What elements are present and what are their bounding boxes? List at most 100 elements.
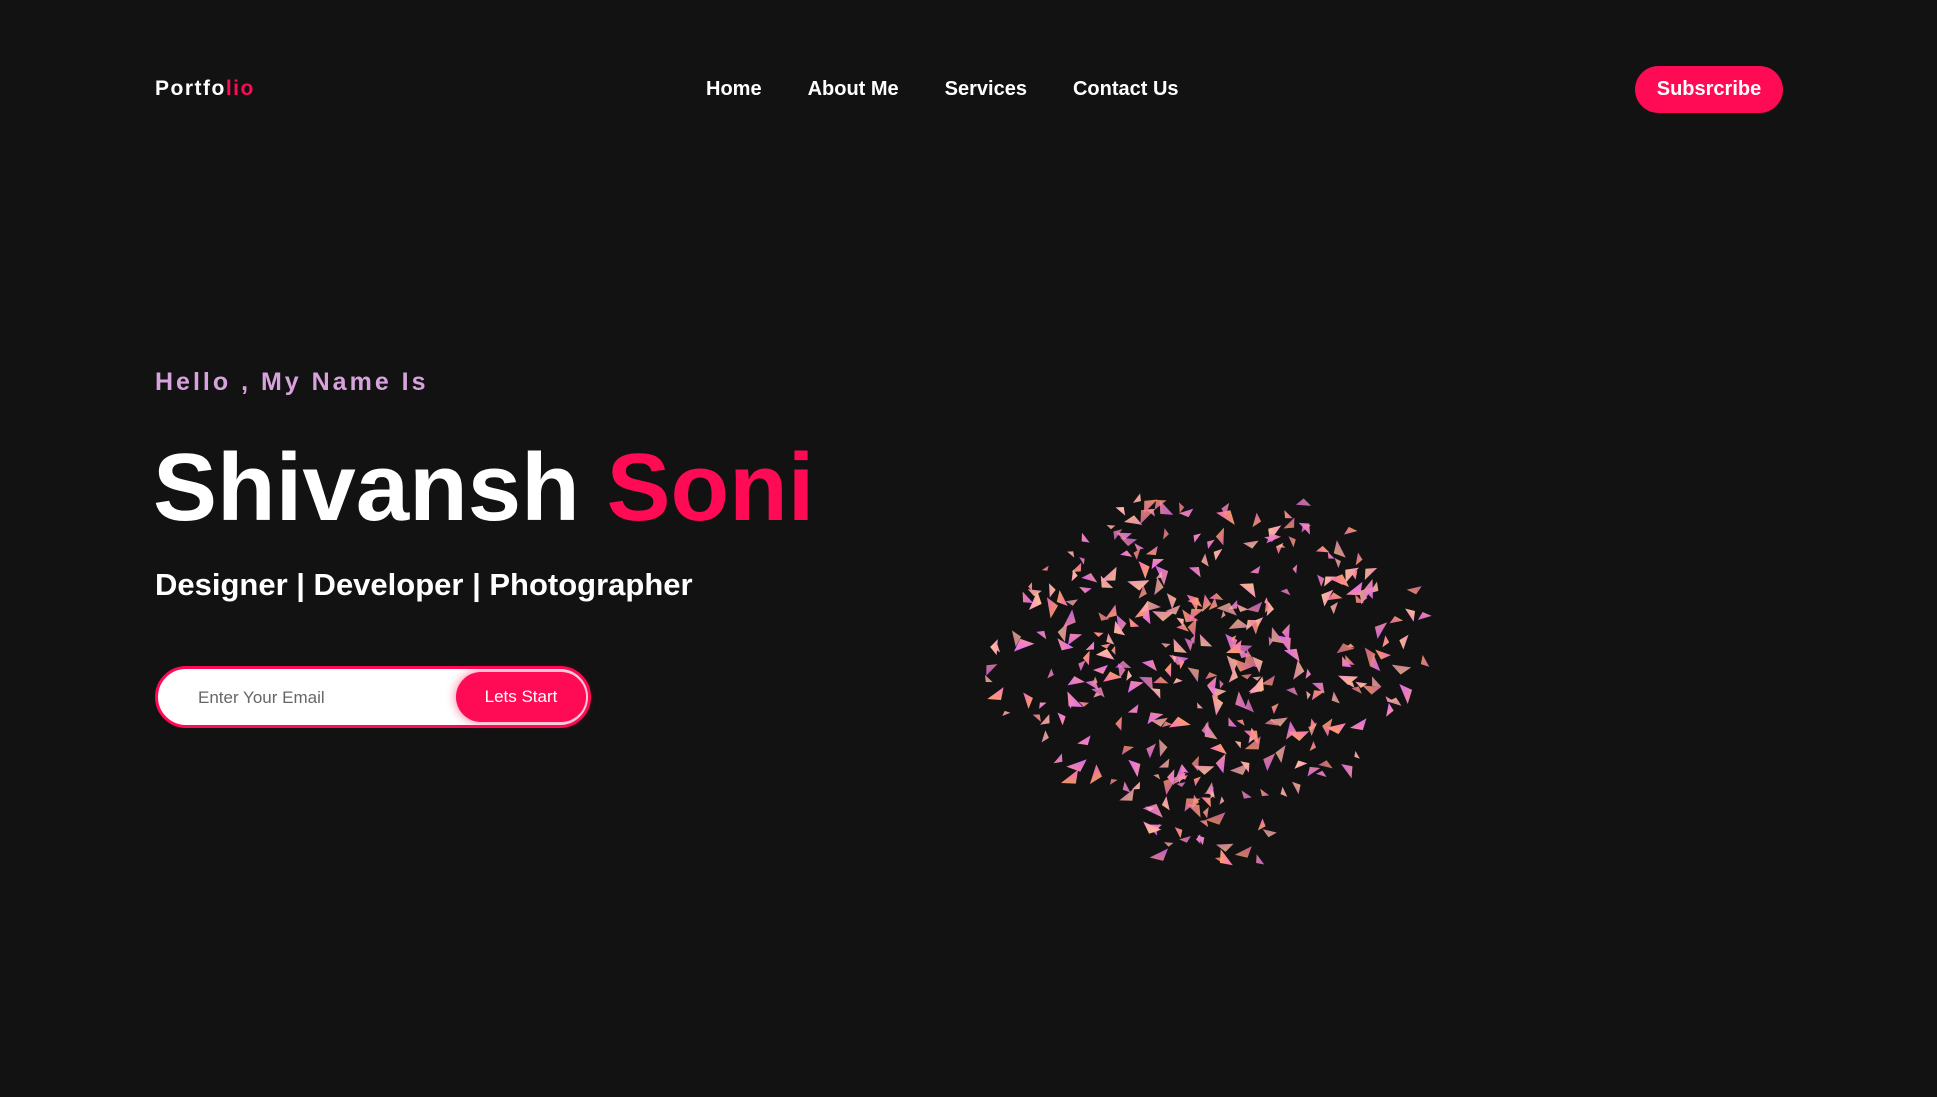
particle-shape	[1159, 739, 1168, 757]
particle-shape	[1209, 592, 1224, 601]
particle-shape	[984, 674, 993, 683]
particle-shape	[1399, 684, 1413, 704]
particle-shape	[1317, 574, 1325, 587]
particle-shape	[1349, 718, 1367, 731]
particle-shape	[1121, 745, 1135, 755]
particle-shape	[1093, 632, 1104, 638]
particle-shape	[1187, 667, 1199, 683]
particle-shape	[1140, 600, 1161, 613]
nav-link-about-me[interactable]: About Me	[808, 78, 899, 101]
particle-shape	[1399, 634, 1409, 650]
particle-shape	[1262, 829, 1277, 838]
email-input[interactable]	[196, 682, 450, 714]
particle-shape	[1163, 528, 1169, 540]
particle-shape	[1149, 848, 1169, 861]
subscribe-button[interactable]: Subsrcribe	[1635, 66, 1783, 113]
particle-swarm-graphic	[984, 493, 1432, 866]
particle-shape	[1235, 691, 1248, 710]
particle-shape	[1389, 616, 1404, 624]
particle-shape	[1146, 743, 1156, 759]
particle-shape	[1046, 597, 1059, 619]
particle-shape	[1023, 692, 1033, 709]
particle-shape	[1305, 668, 1312, 679]
particle-shape	[1246, 601, 1263, 613]
particle-shape	[1060, 769, 1079, 784]
particle-shape	[1161, 796, 1170, 811]
particle-shape	[1250, 565, 1261, 574]
particle-shape	[1174, 827, 1183, 839]
particle-shape	[1215, 843, 1234, 852]
particle-shape	[1120, 550, 1133, 557]
particle-shape	[1343, 526, 1358, 535]
particle-shape	[1100, 643, 1111, 649]
nav-links: Home About Me Services Contact Us	[706, 78, 1225, 101]
hero-last-name: Soni	[606, 434, 815, 541]
logo[interactable]: Portfolio	[155, 77, 255, 101]
particle-shape	[1216, 510, 1235, 525]
particle-shape	[1128, 759, 1141, 778]
particle-shape	[1386, 702, 1394, 717]
particle-shape	[1228, 717, 1237, 727]
particle-shape	[1163, 842, 1174, 847]
particle-shape	[1201, 553, 1209, 567]
particle-shape	[1127, 704, 1139, 713]
particle-shape	[1364, 567, 1378, 580]
particle-shape	[1164, 662, 1172, 678]
particle-shape	[1215, 527, 1225, 546]
particle-shape	[1241, 790, 1252, 799]
nav-link-services[interactable]: Services	[945, 78, 1027, 101]
particle-shape	[1093, 664, 1108, 674]
particle-shape	[1079, 586, 1092, 594]
particle-shape	[1280, 588, 1291, 596]
particle-shape	[1067, 633, 1083, 646]
particle-shape	[1041, 730, 1049, 743]
particle-shape	[1036, 630, 1047, 640]
particle-shape	[1089, 764, 1103, 785]
particle-shape	[1315, 770, 1327, 777]
particle-shape	[1077, 735, 1091, 746]
hero-name: Shivansh Soni	[153, 440, 814, 536]
particle-shape	[1417, 611, 1432, 621]
particle-shape	[1173, 638, 1187, 653]
logo-main-text: Portfo	[155, 77, 226, 100]
particle-shape	[1294, 760, 1308, 769]
particle-shape	[1205, 812, 1226, 825]
particle-shape	[1143, 821, 1162, 834]
particle-shape	[1085, 641, 1095, 651]
particle-shape	[1236, 719, 1245, 726]
particle-shape	[1291, 781, 1301, 795]
particle-shape	[1286, 687, 1298, 696]
particle-shape	[1207, 539, 1215, 550]
particle-shape	[1141, 659, 1157, 672]
particle-shape	[1027, 589, 1042, 597]
particle-shape	[1049, 583, 1056, 598]
lets-start-button[interactable]: Lets Start	[456, 672, 586, 722]
particle-shape	[1188, 567, 1201, 578]
particle-shape	[1057, 712, 1066, 726]
particle-shape	[1301, 524, 1312, 533]
particle-shape	[1081, 573, 1098, 583]
particle-shape	[1240, 673, 1252, 680]
particle-shape	[1284, 510, 1293, 519]
particle-shape	[1215, 753, 1226, 774]
particle-shape	[1202, 806, 1209, 819]
particle-shape	[1309, 740, 1317, 752]
particles	[984, 493, 1432, 866]
particle-shape	[1293, 659, 1305, 680]
particle-shape	[1213, 548, 1223, 561]
particle-shape	[1318, 760, 1333, 769]
particle-shape	[1193, 533, 1202, 543]
hero-first-name: Shivansh	[153, 434, 580, 541]
particle-shape	[1338, 675, 1359, 686]
particle-shape	[1132, 493, 1141, 503]
particle-shape	[1002, 710, 1011, 716]
particle-shape	[1150, 688, 1161, 699]
particle-shape	[987, 687, 1004, 700]
particle-shape	[1406, 586, 1422, 595]
particle-shape	[1252, 512, 1262, 528]
particle-shape	[1161, 643, 1171, 648]
nav-link-contact-us[interactable]: Contact Us	[1073, 78, 1179, 101]
particle-shape	[1330, 601, 1339, 615]
particle-shape	[1196, 702, 1204, 709]
nav-link-home[interactable]: Home	[706, 78, 762, 101]
